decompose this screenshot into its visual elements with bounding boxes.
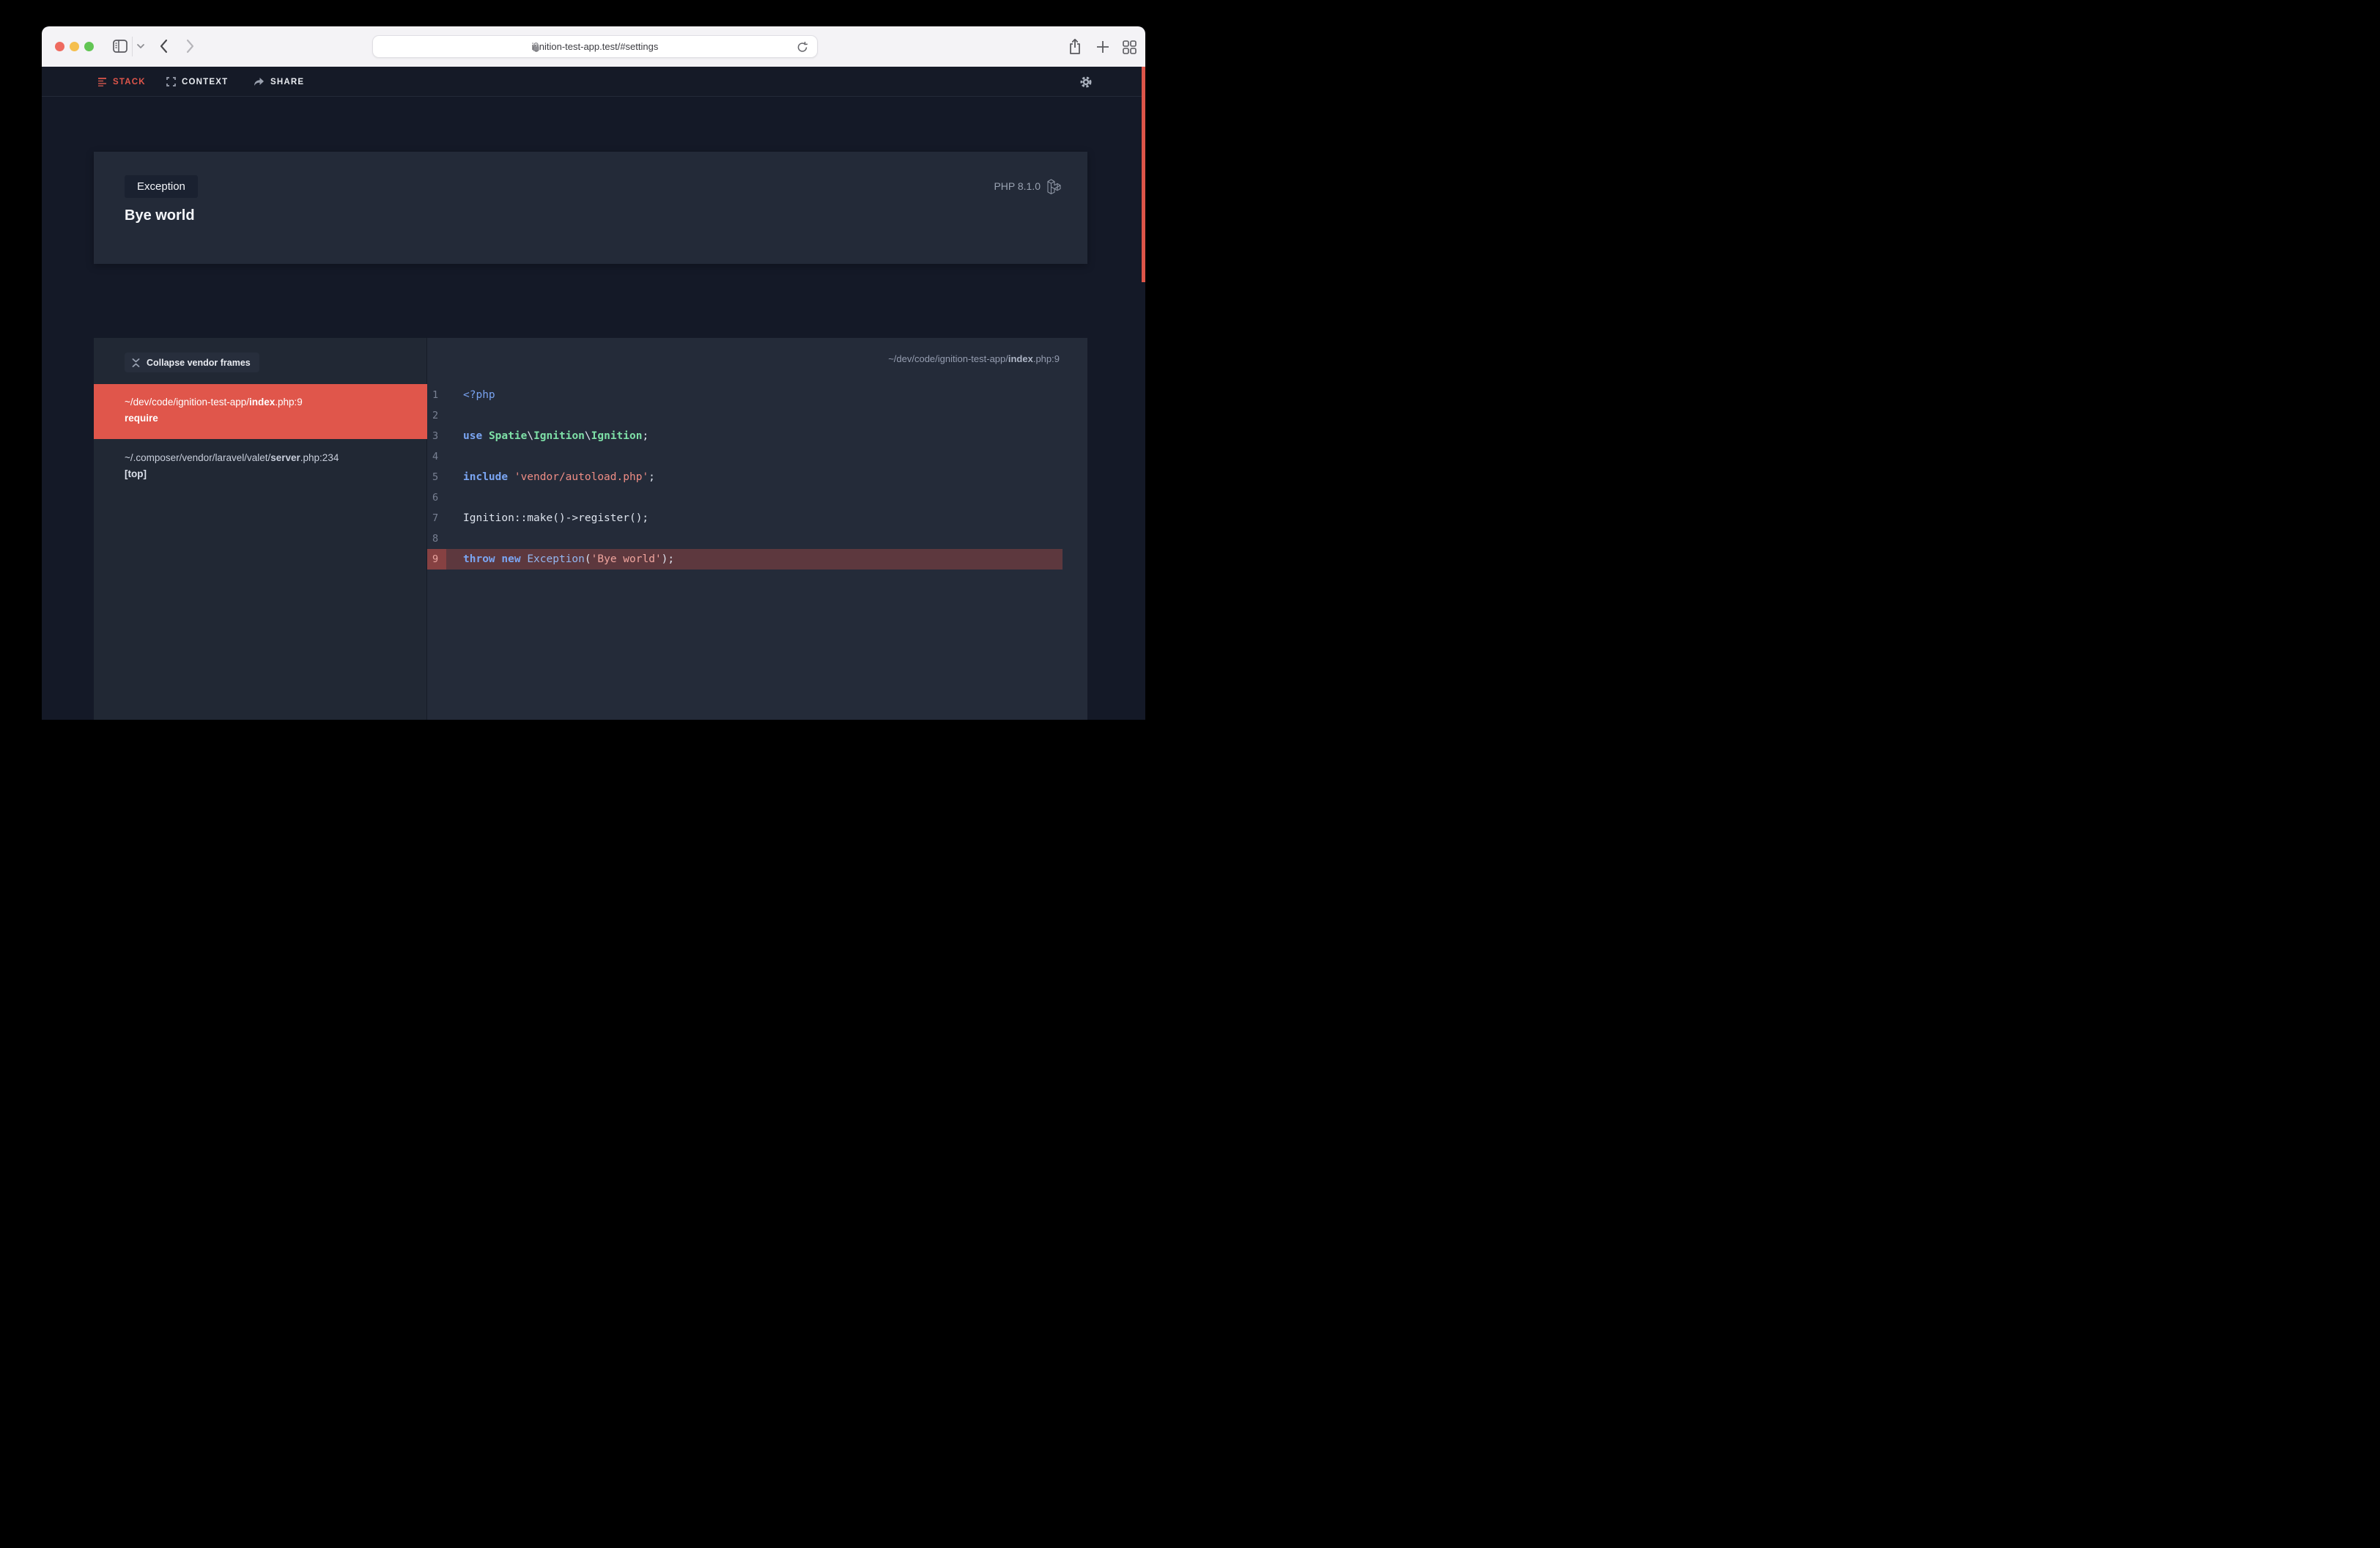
minimize-window-button[interactable] — [70, 42, 79, 51]
sidebar-toggle-icon[interactable] — [113, 40, 128, 53]
back-button-icon[interactable] — [159, 39, 168, 54]
lock-icon — [532, 42, 540, 52]
code-text: use Spatie\Ignition\Ignition; — [446, 426, 1062, 446]
browser-toolbar: ignition-test-app.test/#settings — [42, 26, 1145, 67]
browser-window: ignition-test-app.test/#settings — [42, 26, 1145, 720]
stack-frame-active[interactable]: ~/dev/code/ignition-test-app/index.php:9… — [94, 384, 427, 439]
code-text: include 'vendor/autoload.php'; — [446, 467, 1062, 487]
forward-button-icon[interactable] — [186, 39, 195, 54]
code-text — [446, 446, 1062, 467]
address-bar[interactable]: ignition-test-app.test/#settings — [372, 35, 818, 58]
frame-method: require — [125, 411, 413, 426]
frame-method: [top] — [125, 467, 413, 482]
code-line-8: 8 — [427, 528, 1062, 549]
code-text: <?php — [446, 385, 1062, 405]
share-arrow-icon — [254, 77, 265, 86]
tab-context-label: CONTEXT — [182, 78, 228, 86]
frame-path: ~/dev/code/ignition-test-app/index.php:9 — [125, 395, 413, 410]
stack-trace-panel: Collapse vendor frames ~/dev/code/igniti… — [94, 338, 427, 720]
code-line-5: 5include 'vendor/autoload.php'; — [427, 467, 1062, 487]
collapse-icon — [132, 358, 140, 367]
ignition-page: Exception Bye world PHP 8.1.0 Collapse v… — [42, 97, 1145, 720]
tab-share-label: SHARE — [270, 78, 304, 86]
chevron-down-icon[interactable] — [136, 43, 145, 49]
stack-trace-icon — [97, 77, 107, 86]
code-line-7: 7Ignition::make()->register(); — [427, 508, 1062, 528]
settings-gear-icon[interactable] — [1079, 75, 1093, 89]
line-number: 4 — [427, 446, 446, 467]
tab-overview-icon[interactable] — [1123, 40, 1137, 54]
line-number: 8 — [427, 528, 446, 549]
exception-class-badge[interactable]: Exception — [125, 175, 198, 198]
code-line-6: 6 — [427, 487, 1062, 508]
line-number: 9 — [427, 549, 446, 570]
code-text: Ignition::make()->register(); — [446, 508, 1062, 528]
code-text — [446, 528, 1062, 549]
collapse-vendor-frames-button[interactable]: Collapse vendor frames — [125, 353, 259, 372]
code-line-9: 9throw new Exception('Bye world'); — [427, 549, 1062, 570]
toolbar-divider — [132, 37, 133, 56]
line-number: 1 — [427, 385, 446, 405]
line-number: 2 — [427, 405, 446, 426]
code-text: throw new Exception('Bye world'); — [446, 549, 1062, 570]
ignition-navbar: STACK CONTEXT SHARE — [42, 67, 1145, 97]
line-number: 3 — [427, 426, 446, 446]
share-icon[interactable] — [1068, 38, 1082, 56]
frame-path: ~/.composer/vendor/laravel/valet/server.… — [125, 451, 413, 465]
code-text — [446, 487, 1062, 508]
laravel-icon — [1047, 179, 1061, 194]
tab-share[interactable]: SHARE — [254, 67, 304, 97]
reload-icon[interactable] — [797, 41, 808, 54]
code-line-1: 1<?php — [427, 385, 1062, 405]
tab-stack-label: STACK — [113, 78, 146, 86]
code-lines: 1<?php23use Spatie\Ignition\Ignition;45i… — [427, 385, 1062, 570]
tab-stack[interactable]: STACK — [97, 67, 146, 97]
context-brackets-icon — [166, 77, 176, 86]
line-number: 5 — [427, 467, 446, 487]
code-line-4: 4 — [427, 446, 1062, 467]
line-number: 6 — [427, 487, 446, 508]
close-window-button[interactable] — [55, 42, 64, 51]
php-version: PHP 8.1.0 — [994, 180, 1041, 192]
stack-frame[interactable]: ~/.composer/vendor/laravel/valet/server.… — [94, 439, 427, 492]
code-line-3: 3use Spatie\Ignition\Ignition; — [427, 426, 1062, 446]
code-file-path: ~/dev/code/ignition-test-app/index.php:9 — [888, 353, 1060, 364]
code-snippet-panel: ~/dev/code/ignition-test-app/index.php:9… — [427, 338, 1087, 720]
url-text: ignition-test-app.test/#settings — [532, 41, 659, 52]
exception-message: Bye world — [125, 207, 195, 224]
zoom-window-button[interactable] — [84, 42, 94, 51]
new-tab-icon[interactable] — [1096, 40, 1109, 54]
collapse-vendor-frames-label: Collapse vendor frames — [147, 358, 251, 368]
page-scrollbar-thumb[interactable] — [1142, 67, 1145, 282]
code-text — [446, 405, 1062, 426]
tab-context[interactable]: CONTEXT — [166, 67, 228, 97]
exception-card: Exception Bye world PHP 8.1.0 — [94, 152, 1087, 264]
line-number: 7 — [427, 508, 446, 528]
code-line-2: 2 — [427, 405, 1062, 426]
